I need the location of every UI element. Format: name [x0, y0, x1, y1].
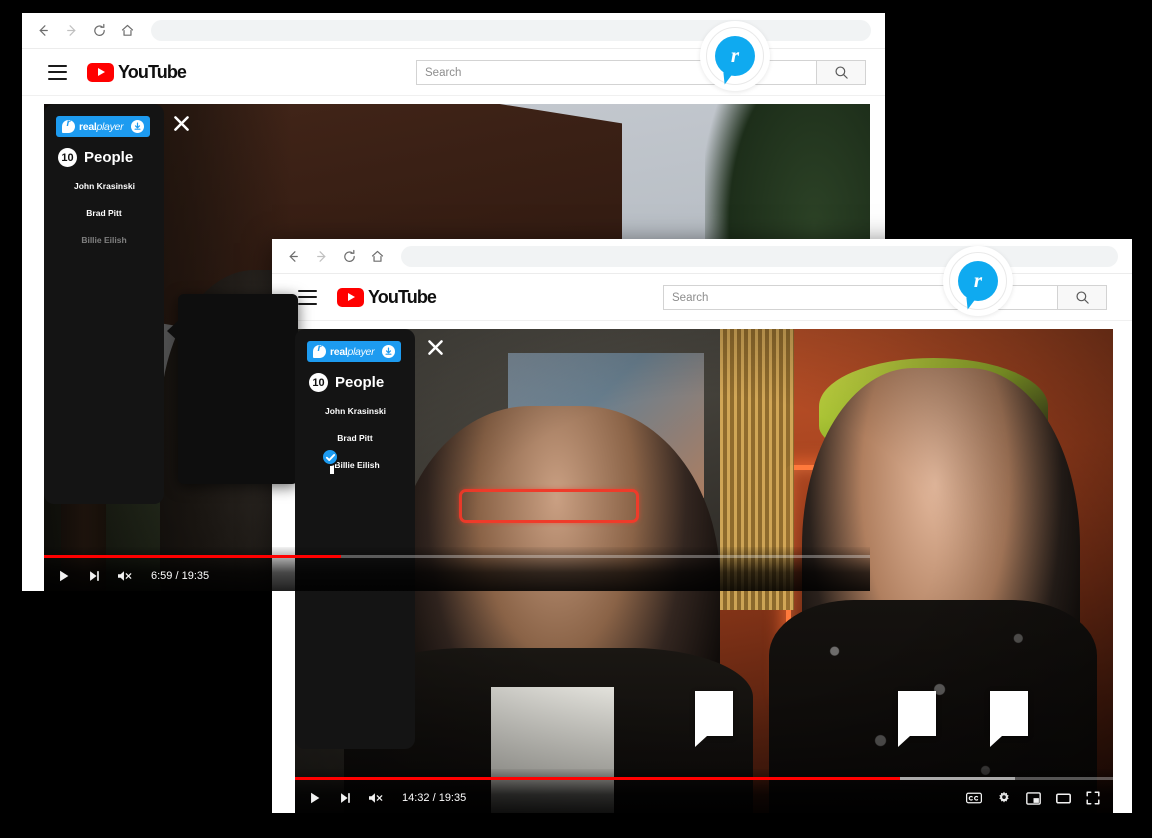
back-arrow-icon[interactable]: [36, 23, 51, 38]
miniplayer-icon[interactable]: [1026, 792, 1041, 805]
people-count-badge: 10: [309, 373, 328, 392]
person-thumbnail: [330, 453, 334, 474]
browser-window-front[interactable]: YouTube Search: [272, 239, 1132, 813]
next-track-icon[interactable]: [87, 569, 101, 583]
play-icon[interactable]: [308, 791, 322, 805]
progress-bar[interactable]: [44, 555, 870, 558]
realplayer-mark-icon: r: [958, 261, 998, 301]
realplayer-logo-text: realplayer: [79, 121, 123, 133]
realplayer-download-badge-back[interactable]: r: [700, 21, 770, 91]
realplayer-logo-text: realplayer: [330, 346, 374, 358]
player-controls-front[interactable]: 14:32 / 19:35: [295, 769, 1113, 813]
person-name: Brad Pitt: [86, 208, 121, 218]
realplayer-people-panel-back[interactable]: realplayer 10 People John Krasinski: [44, 104, 164, 504]
download-icon[interactable]: [382, 345, 395, 358]
realplayer-logo-chip[interactable]: realplayer: [307, 341, 401, 362]
reload-icon[interactable]: [342, 249, 357, 264]
people-list-back[interactable]: John Krasinski Brad Pitt Billie Eilish: [44, 176, 164, 504]
close-icon[interactable]: [422, 334, 448, 360]
play-icon[interactable]: [57, 569, 71, 583]
selected-check-icon: [330, 453, 334, 466]
people-header-back: 10 People: [58, 148, 133, 167]
person-item-john-krasinski[interactable]: John Krasinski: [325, 401, 385, 419]
realplayer-logo-chip[interactable]: realplayer: [56, 116, 150, 137]
back-arrow-icon[interactable]: [286, 249, 301, 264]
person-item-brad-pitt[interactable]: Brad Pitt: [325, 428, 385, 446]
search-bar-back[interactable]: Search: [416, 60, 866, 85]
realplayer-people-panel-front[interactable]: realplayer 10 People John Krasinski: [295, 329, 415, 749]
reload-icon[interactable]: [92, 23, 107, 38]
youtube-logo-text: YouTube: [118, 62, 186, 83]
time-display: 6:59 / 19:35: [151, 570, 209, 582]
person-preview-popup[interactable]: [178, 294, 298, 484]
person-item-billie-eilish[interactable]: Billie Eilish: [74, 230, 134, 248]
search-icon[interactable]: [816, 60, 866, 85]
people-count-badge: 10: [58, 148, 77, 167]
person-item-john-krasinski[interactable]: John Krasinski: [74, 176, 134, 194]
person-name: John Krasinski: [74, 181, 135, 191]
youtube-logo[interactable]: YouTube: [337, 287, 436, 308]
forward-arrow-icon[interactable]: [314, 249, 329, 264]
person-item-billie-eilish[interactable]: Billie Eilish: [325, 455, 385, 473]
closed-captions-icon[interactable]: [966, 792, 982, 804]
people-label: People: [335, 374, 384, 391]
download-icon[interactable]: [131, 120, 144, 133]
forward-arrow-icon[interactable]: [64, 23, 79, 38]
person-item-brad-pitt[interactable]: Brad Pitt: [74, 203, 134, 221]
face-marker[interactable]: [695, 691, 733, 736]
home-icon[interactable]: [120, 23, 135, 38]
popup-tail: [167, 320, 179, 342]
realplayer-badge-glyph: r: [715, 36, 755, 76]
theater-mode-icon[interactable]: [1056, 792, 1071, 805]
youtube-play-icon: [87, 63, 114, 82]
address-bar[interactable]: [401, 246, 1118, 267]
realplayer-mark-icon: [313, 345, 326, 358]
face-marker[interactable]: [990, 691, 1028, 736]
hamburger-menu-icon[interactable]: [48, 65, 67, 80]
next-track-icon[interactable]: [338, 791, 352, 805]
realplayer-mark-icon: r: [715, 36, 755, 76]
badge-ring: r: [949, 252, 1007, 310]
hamburger-menu-icon[interactable]: [298, 290, 317, 305]
person-name: John Krasinski: [325, 406, 386, 416]
progress-fill: [44, 555, 341, 558]
badge-ring: r: [706, 27, 764, 85]
time-display: 14:32 / 19:35: [402, 792, 466, 804]
volume-muted-icon[interactable]: [368, 791, 384, 805]
progress-fill: [295, 777, 900, 780]
people-header-front: 10 People: [309, 373, 384, 392]
volume-muted-icon[interactable]: [117, 569, 133, 583]
people-label: People: [84, 149, 133, 166]
realplayer-mark-icon: [62, 120, 75, 133]
youtube-play-icon: [337, 288, 364, 307]
settings-gear-icon[interactable]: [997, 791, 1011, 805]
youtube-logo[interactable]: YouTube: [87, 62, 186, 83]
face-marker[interactable]: [898, 691, 936, 736]
progress-bar[interactable]: [295, 777, 1113, 780]
person-name: Brad Pitt: [337, 433, 372, 443]
person-name: Billie Eilish: [334, 460, 379, 470]
close-icon[interactable]: [168, 110, 194, 136]
fullscreen-icon[interactable]: [1086, 791, 1100, 805]
realplayer-badge-glyph: r: [958, 261, 998, 301]
person-name: Billie Eilish: [81, 235, 126, 245]
search-icon[interactable]: [1057, 285, 1107, 310]
screenshot-stage: YouTube Search: [0, 0, 1152, 838]
home-icon[interactable]: [370, 249, 385, 264]
realplayer-download-badge-front[interactable]: r: [943, 246, 1013, 316]
search-bar-front[interactable]: Search: [663, 285, 1107, 310]
youtube-logo-text: YouTube: [368, 287, 436, 308]
player-controls-back[interactable]: 6:59 / 19:35: [44, 547, 870, 591]
